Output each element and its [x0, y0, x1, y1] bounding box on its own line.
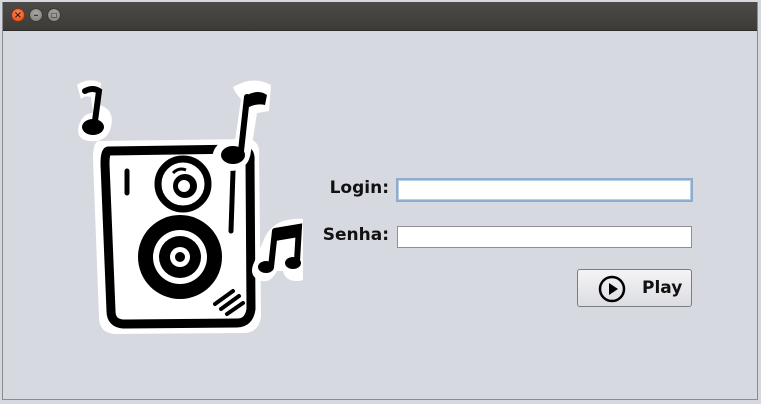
- login-input[interactable]: [396, 178, 693, 202]
- play-button[interactable]: Play: [577, 269, 692, 307]
- minimize-icon[interactable]: –: [29, 8, 43, 22]
- password-input[interactable]: [397, 226, 692, 248]
- password-label: Senha:: [322, 225, 389, 245]
- app-window: × – ▫ Login: Senha: Play: [2, 2, 758, 400]
- play-button-label: Play: [642, 278, 683, 298]
- speaker-illustration-icon: [77, 80, 303, 334]
- title-bar: × – ▫: [3, 2, 757, 31]
- music-note-icon: [77, 80, 112, 142]
- play-circle-icon: [598, 275, 626, 303]
- close-icon[interactable]: ×: [11, 8, 25, 22]
- music-note-icon: [212, 80, 271, 171]
- login-panel: Login: Senha: Play: [3, 31, 757, 399]
- maximize-icon[interactable]: ▫: [47, 8, 61, 22]
- login-label: Login:: [329, 178, 389, 198]
